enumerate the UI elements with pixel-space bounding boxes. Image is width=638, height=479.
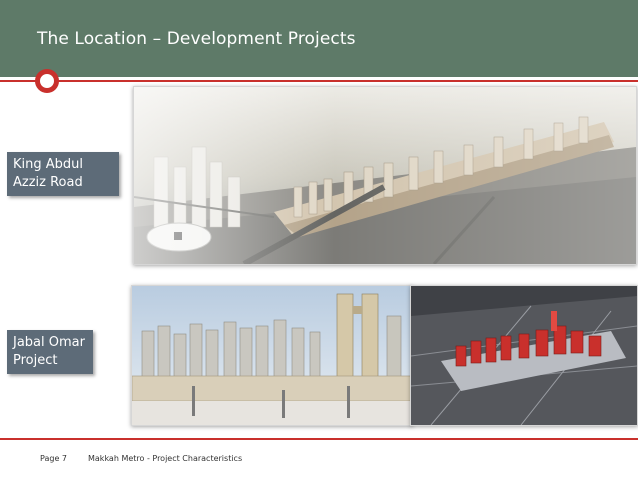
slide-title: The Location – Development Projects bbox=[37, 29, 356, 49]
jabal-omar-3d-model-image bbox=[410, 285, 638, 426]
page-number: Page 7 bbox=[40, 454, 67, 463]
jabal-omar-project-label: Jabal Omar Project bbox=[7, 330, 93, 374]
towers-rendering-illustration bbox=[132, 286, 412, 425]
metro-logo-icon bbox=[35, 69, 59, 93]
king-abdul-aziz-road-image bbox=[133, 86, 637, 265]
footer-divider bbox=[0, 438, 638, 440]
footer-document-title: Makkah Metro - Project Characteristics bbox=[88, 454, 243, 463]
header-divider bbox=[0, 80, 638, 82]
king-abdul-aziz-road-label: King Abdul Azziz Road bbox=[7, 152, 119, 196]
slide-header: The Location – Development Projects bbox=[0, 0, 638, 77]
aerial-city-illustration bbox=[134, 87, 636, 264]
3d-model-illustration bbox=[411, 286, 637, 425]
jabal-omar-towers-image bbox=[131, 285, 413, 426]
